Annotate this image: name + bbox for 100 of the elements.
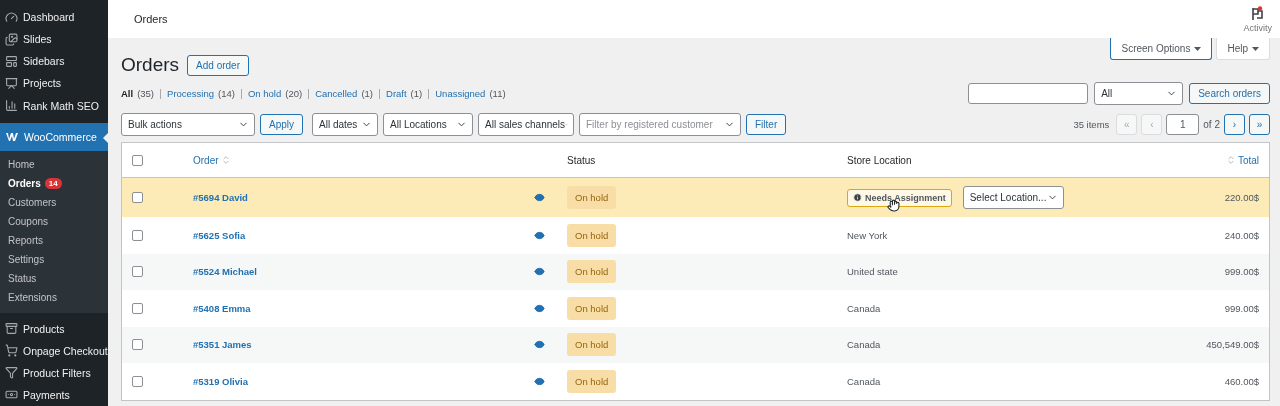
w-logo-icon [5,132,19,143]
status-filter-link[interactable]: On hold [247,88,282,99]
sidebar-item[interactable]: Projects [0,72,108,95]
status-count: (1) [410,88,423,99]
page-title: Orders [121,54,180,76]
location-select[interactable]: Select Location... [962,186,1064,209]
active-pointer [103,132,108,143]
order-total: 220.00$ [1224,192,1260,203]
submenu-label: Orders [8,178,41,190]
status-filter-link[interactable]: Draft [386,88,407,99]
status-count: (14) [218,88,235,99]
order-row[interactable]: #5351 James On hold Canada 450,549.00$ [122,326,1269,363]
order-total: 240.00$ [1224,229,1260,241]
order-row[interactable]: #5694 David On hold Needs Assignment Select Location... 220.00$ [122,178,1269,217]
status-badge: On hold [567,260,617,284]
screen-tab[interactable]: Help [1216,38,1270,60]
order-link[interactable]: #5625 Sofia [193,229,528,241]
submenu-item[interactable]: Extensions [0,288,108,308]
funnel-icon [5,366,18,380]
submenu-item[interactable]: Home [0,155,108,175]
layout-icon [5,54,18,68]
screen-tab[interactable]: Screen Options [1110,38,1213,60]
sidebar-item[interactable]: Sidebars [0,50,108,73]
apply-button[interactable]: Apply [260,114,303,135]
submenu-item[interactable]: Status [0,269,108,289]
sidebar-item[interactable]: Products [0,317,108,340]
order-link[interactable]: #5408 Emma [193,302,528,314]
eye-icon[interactable] [534,192,545,203]
order-link[interactable]: #5524 Michael [193,266,528,278]
cart-icon [5,344,18,358]
location-text: United state [847,266,899,278]
sidebar-item[interactable]: Slides [0,28,108,51]
count-badge: 14 [44,178,62,190]
submenu-label: Home [8,159,35,171]
sidebar-item[interactable]: WooCommerce [0,122,108,152]
location-text: Canada [847,375,882,387]
presentation-icon [5,76,18,90]
menu-label: Projects [23,77,61,90]
submenu-item[interactable]: Settings [0,250,108,270]
sales-channels-select[interactable]: All sales channels [478,113,574,136]
row-checkbox[interactable] [132,339,143,351]
search-type-select[interactable]: All [1094,82,1184,105]
dates-select[interactable]: All dates [312,113,378,136]
menu-label: Products [23,322,65,335]
bar-chart-icon [5,99,18,113]
row-checkbox[interactable] [132,375,143,387]
submenu-label: Coupons [8,216,49,228]
activity-button[interactable]: Activity [1243,5,1272,33]
sidebar-item[interactable]: Product Filters [0,361,108,384]
sidebar-item[interactable]: Rank Math SEO [0,94,108,117]
search-orders-button[interactable]: Search orders [1189,83,1270,104]
menu-label: Slides [23,33,52,46]
order-link[interactable]: #5319 Olivia [193,375,528,387]
submenu-item[interactable]: Orders 14 [0,174,108,194]
status-count: (1) [361,88,373,99]
sidebar-item[interactable]: Dashboard [0,6,108,29]
eye-icon[interactable] [534,229,545,241]
order-link[interactable]: #5351 James [193,339,528,351]
filter-button[interactable]: Filter [746,114,787,135]
page-nav-button[interactable]: » [1249,114,1270,135]
status-filter-link[interactable]: Processing [167,88,215,99]
row-checkbox[interactable] [132,192,143,203]
status-filter-link[interactable]: All [121,88,134,99]
add-order-button[interactable]: Add order [187,54,249,76]
eye-icon[interactable] [534,375,545,387]
page-number-field[interactable]: 1 [1166,114,1200,135]
status-column-header: Status [567,154,597,166]
menu-label: Dashboard [23,11,75,24]
status-count: (20) [285,88,303,99]
sidebar-item[interactable]: Payments [0,383,108,406]
eye-icon[interactable] [534,302,545,314]
sidebar-item[interactable]: Onpage Checkout [0,339,108,362]
submenu-item[interactable]: Coupons [0,212,108,232]
eye-icon[interactable] [534,339,545,351]
status-filter-link[interactable]: Unassigned [435,88,486,99]
submenu-item[interactable]: Customers [0,193,108,213]
row-checkbox[interactable] [132,302,143,314]
row-checkbox[interactable] [132,229,143,241]
caret-icon [1252,46,1259,51]
locations-select[interactable]: All Locations [383,113,473,136]
total-column-header[interactable]: Total [1225,154,1259,166]
submenu-item[interactable]: Reports [0,231,108,251]
order-total: 999.00$ [1224,266,1260,278]
status-filter-link[interactable]: Cancelled [315,88,358,99]
submenu-label: Settings [8,254,45,266]
order-link[interactable]: #5694 David [193,192,528,203]
menu-label: Onpage Checkout [23,344,108,357]
eye-icon[interactable] [534,266,545,278]
order-row[interactable]: #5524 Michael On hold United state 999.00$ [122,253,1269,290]
row-checkbox[interactable] [132,266,143,278]
location-column-header: Store Location [847,154,913,166]
bulk-actions-select[interactable]: Bulk actions [121,113,255,136]
page-nav-button[interactable]: › [1224,114,1245,135]
order-column-header[interactable]: Order [193,154,528,166]
sort-icon [220,155,231,165]
needs-assignment-button[interactable]: Needs Assignment [847,188,952,207]
gauge-icon [5,10,18,24]
search-field[interactable] [968,83,1089,104]
images-icon [5,32,18,46]
select-all-checkbox[interactable] [132,154,143,166]
